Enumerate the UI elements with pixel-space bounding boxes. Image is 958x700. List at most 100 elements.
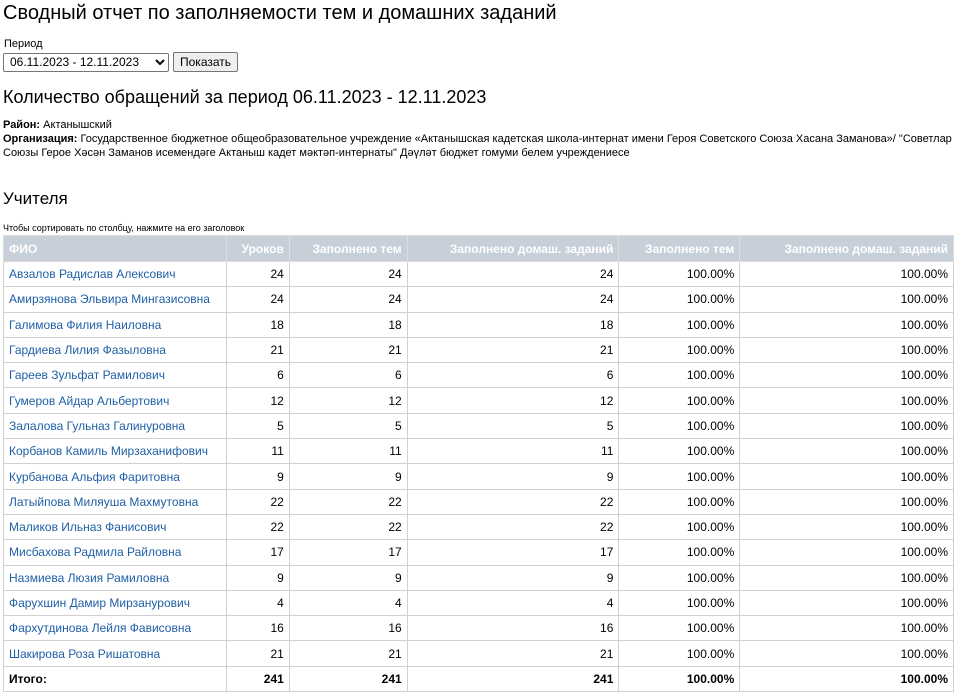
table-cell: 17 [288, 539, 408, 566]
total-cell: 241 [406, 665, 620, 693]
table-cell: 100.00% [739, 513, 954, 541]
teacher-name-cell: Фарухшин Дамир Мирзанурович [3, 589, 227, 617]
table-cell: 22 [225, 513, 290, 541]
table-cell: 22 [288, 513, 408, 541]
table-cell: 17 [406, 539, 620, 566]
teacher-link[interactable]: Корбанов Камиль Мирзаханифович [9, 444, 208, 458]
page-title: Сводный отчет по заполняемости тем и дом… [3, 2, 557, 24]
column-header-topics-filled[interactable]: Заполнено тем [288, 235, 408, 262]
district-label: Район: [3, 119, 41, 131]
teacher-link[interactable]: Латыйпова Миляуша Махмутовна [9, 495, 198, 509]
table-cell: 4 [288, 589, 408, 617]
teacher-link[interactable]: Галимова Филия Наиловна [9, 318, 161, 332]
teacher-link[interactable]: Гареев Зульфат Рамилович [9, 368, 165, 382]
teacher-name-cell: Шакирова Роза Ришатовна [3, 640, 227, 667]
total-cell: 100.00% [618, 665, 741, 693]
total-label: Итого: [3, 665, 227, 693]
district-value: Актанышский [43, 119, 112, 131]
teacher-link[interactable]: Шакирова Роза Ришатовна [9, 647, 160, 661]
table-row: Мисбахова Радмила Райловна 17 17 17 100.00% 1… [3, 539, 954, 566]
table-cell: 4 [225, 589, 290, 617]
column-header-lessons[interactable]: Уроков [225, 235, 290, 262]
teacher-name-cell: Фархутдинова Лейля Фависовна [3, 615, 227, 642]
table-cell: 18 [406, 311, 620, 338]
table-cell: 100.00% [618, 564, 741, 591]
teacher-name-cell: Галимова Филия Наиловна [3, 311, 227, 338]
table-cell: 100.00% [618, 615, 741, 642]
org-line: Организация: Государственное бюджетное о… [3, 132, 955, 160]
teacher-link[interactable]: Авзалов Радислав Алексович [9, 267, 176, 281]
teacher-name-cell: Корбанов Камиль Мирзаханифович [3, 438, 227, 465]
table-cell: 4 [406, 589, 620, 617]
teachers-heading: Учителя [3, 189, 68, 208]
teacher-name-cell: Гумеров Айдар Альбертович [3, 387, 227, 414]
total-cell: 241 [288, 665, 408, 693]
table-body: Авзалов Радислав Алексович 24 24 24 100.00% 1… [3, 260, 954, 693]
column-header-homework-percent[interactable]: Заполнено домаш. заданий [739, 235, 954, 262]
table-cell: 100.00% [739, 463, 954, 490]
table-cell: 100.00% [618, 589, 741, 617]
table-cell: 5 [406, 412, 620, 440]
table-cell: 11 [406, 438, 620, 465]
column-header-topics-percent[interactable]: Заполнено тем [618, 235, 741, 262]
teacher-name-cell: Маликов Ильназ Фанисович [3, 513, 227, 541]
table-row: Амирзянова Эльвира Мингазисовна 24 24 24 100… [3, 286, 954, 313]
count-heading: Количество обращений за период 06.11.202… [3, 87, 487, 107]
total-cell: 100.00% [739, 665, 954, 693]
teacher-link[interactable]: Фарухшин Дамир Мирзанурович [9, 596, 190, 610]
column-header-name[interactable]: ФИО [3, 235, 227, 262]
show-button[interactable]: Показать [173, 52, 239, 72]
teacher-link[interactable]: Гардиева Лилия Фазыловна [9, 343, 166, 357]
teacher-link[interactable]: Гумеров Айдар Альбертович [9, 394, 169, 408]
teacher-name-cell: Курбанова Альфия Фаритовна [3, 463, 227, 490]
table-cell: 22 [288, 488, 408, 515]
table-cell: 9 [406, 463, 620, 490]
table-cell: 100.00% [739, 589, 954, 617]
org-label: Организация: [3, 133, 78, 145]
table-cell: 24 [406, 260, 620, 288]
teacher-link[interactable]: Курбанова Альфия Фаритовна [9, 470, 180, 484]
table-cell: 100.00% [618, 311, 741, 338]
total-row: Итого: 241 241 241 100.00% 100.00% [3, 665, 954, 693]
table-cell: 100.00% [739, 336, 954, 364]
table-cell: 12 [288, 387, 408, 414]
table-row: Корбанов Камиль Мирзаханифович 11 11 11 100.… [3, 438, 954, 465]
table-cell: 24 [288, 260, 408, 288]
table-cell: 11 [288, 438, 408, 465]
table-cell: 17 [225, 539, 290, 566]
table-row: Латыйпова Миляуша Махмутовна 22 22 22 100.00… [3, 488, 954, 515]
column-header-homework-filled[interactable]: Заполнено домаш. заданий [406, 235, 620, 262]
table-row: Курбанова Альфия Фаритовна 9 9 9 100.00% 100.… [3, 463, 954, 490]
table-cell: 18 [225, 311, 290, 338]
period-select[interactable]: 06.11.2023 - 12.11.2023 [3, 52, 169, 72]
table-cell: 21 [406, 336, 620, 364]
table-cell: 16 [288, 615, 408, 642]
table-cell: 100.00% [739, 539, 954, 566]
period-label: Период [4, 38, 43, 50]
teacher-name-cell: Гардиева Лилия Фазыловна [3, 336, 227, 364]
teacher-link[interactable]: Мисбахова Радмила Райловна [9, 545, 181, 559]
teacher-name-cell: Мисбахова Радмила Райловна [3, 539, 227, 566]
table-cell: 100.00% [618, 513, 741, 541]
table-row: Фарухшин Дамир Мирзанурович 4 4 4 100.00% 100… [3, 589, 954, 617]
teacher-link[interactable]: Амирзянова Эльвира Мингазисовна [9, 292, 210, 306]
table-cell: 100.00% [618, 286, 741, 313]
table-cell: 100.00% [739, 488, 954, 515]
total-cell: 241 [225, 665, 290, 693]
table-row: Залалова Гульназ Галинуровна 5 5 5 100.00% 10… [3, 412, 954, 440]
table-cell: 24 [225, 260, 290, 288]
table-cell: 100.00% [618, 539, 741, 566]
table-cell: 21 [225, 336, 290, 364]
table-cell: 100.00% [739, 640, 954, 667]
table-cell: 16 [406, 615, 620, 642]
teacher-link[interactable]: Фархутдинова Лейля Фависовна [9, 621, 191, 635]
table-cell: 9 [288, 463, 408, 490]
teacher-link[interactable]: Залалова Гульназ Галинуровна [9, 419, 185, 433]
table-cell: 100.00% [618, 412, 741, 440]
table-cell: 21 [406, 640, 620, 667]
table-cell: 18 [288, 311, 408, 338]
table-cell: 100.00% [618, 362, 741, 389]
table-cell: 100.00% [739, 412, 954, 440]
teacher-link[interactable]: Маликов Ильназ Фанисович [9, 520, 166, 534]
teacher-link[interactable]: Назмиева Люзия Рамиловна [9, 571, 169, 585]
